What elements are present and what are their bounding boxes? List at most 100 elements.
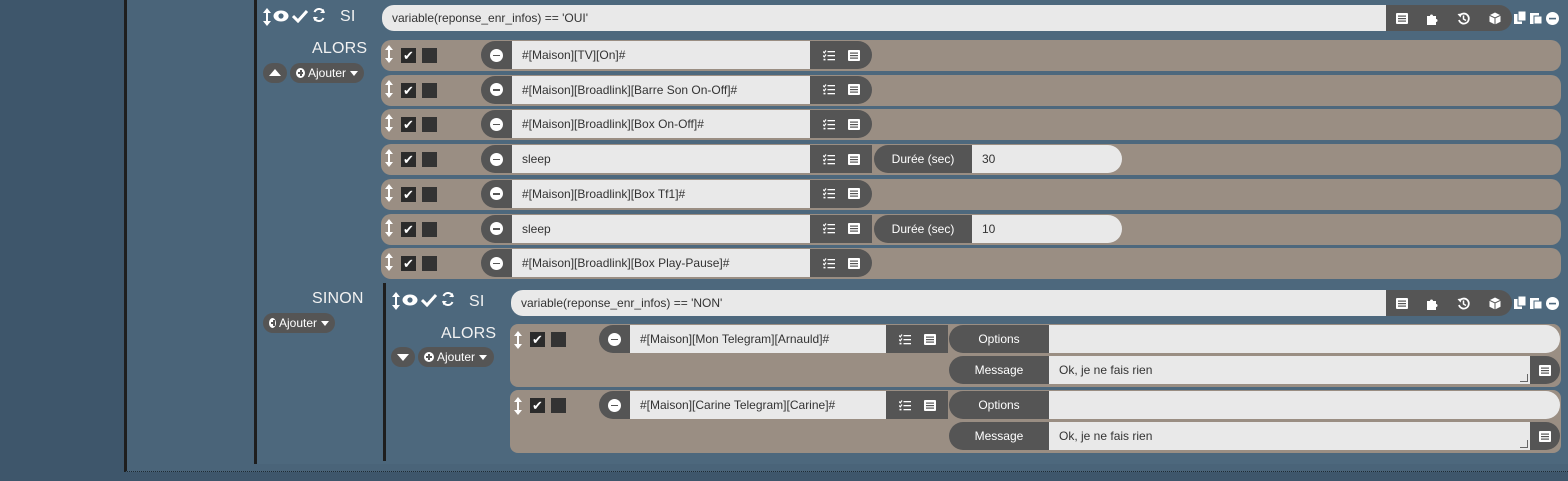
nested-add-button[interactable]: Ajouter xyxy=(418,347,494,367)
collapse-up-button[interactable] xyxy=(263,63,287,83)
remove-button[interactable] xyxy=(481,179,512,208)
tasks-icon[interactable] xyxy=(822,153,835,165)
refresh-icon[interactable] xyxy=(312,8,326,22)
add-button[interactable]: Ajouter xyxy=(290,63,364,83)
list-icon[interactable] xyxy=(1530,422,1560,450)
move-vertical-icon[interactable] xyxy=(513,331,523,349)
enable-checkbox[interactable]: ✔ xyxy=(401,221,416,237)
parallel-checkbox[interactable] xyxy=(422,152,437,168)
duration-input[interactable]: 30 xyxy=(972,145,1122,174)
cube-icon[interactable] xyxy=(1479,5,1510,31)
move-vertical-icon[interactable] xyxy=(513,397,523,415)
tasks-icon[interactable] xyxy=(822,257,835,269)
remove-button[interactable] xyxy=(481,214,512,243)
parallel-checkbox[interactable] xyxy=(422,221,437,237)
enable-checkbox[interactable]: ✔ xyxy=(530,332,545,347)
move-vertical-icon[interactable] xyxy=(384,114,394,133)
message-textarea[interactable]: Ok, je ne fais rien xyxy=(1049,422,1530,450)
move-vertical-icon[interactable] xyxy=(262,8,272,26)
tasks-icon[interactable] xyxy=(822,84,835,95)
check-icon[interactable] xyxy=(292,9,308,23)
move-vertical-icon[interactable] xyxy=(384,183,394,202)
list-icon[interactable] xyxy=(923,399,936,411)
command-input[interactable]: #[Maison][Broadlink][Barre Son On-Off]# xyxy=(512,75,810,104)
parallel-checkbox[interactable] xyxy=(422,117,437,133)
command-input[interactable]: #[Maison][Mon Telegram][Arnauld]# xyxy=(630,325,886,353)
condition-input[interactable]: variable(reponse_enr_infos) == 'OUI' xyxy=(382,5,1386,31)
remove-button[interactable] xyxy=(599,391,630,419)
remove-button[interactable] xyxy=(599,325,630,353)
minus-circle-icon[interactable] xyxy=(1546,12,1559,25)
enable-checkbox[interactable]: ✔ xyxy=(401,256,416,272)
command-input[interactable]: #[Maison][Carine Telegram][Carine]# xyxy=(630,391,886,419)
move-vertical-icon[interactable] xyxy=(391,292,401,310)
move-vertical-icon[interactable] xyxy=(384,253,394,272)
message-textarea[interactable]: Ok, je ne fais rien xyxy=(1049,356,1530,384)
command-input[interactable]: #[Maison][Broadlink][Box On-Off]# xyxy=(512,110,810,139)
cube-icon[interactable] xyxy=(1479,290,1510,316)
resize-grip[interactable] xyxy=(1520,374,1528,382)
remove-button[interactable] xyxy=(481,249,512,278)
tasks-icon[interactable] xyxy=(822,119,835,130)
move-vertical-icon[interactable] xyxy=(384,149,394,168)
remove-button[interactable] xyxy=(481,41,512,69)
command-input[interactable]: sleep xyxy=(512,214,810,243)
check-icon[interactable] xyxy=(421,293,437,307)
list-icon[interactable] xyxy=(847,188,860,200)
copy-icon[interactable] xyxy=(1514,11,1526,24)
nested-condition-input[interactable]: variable(reponse_enr_infos) == 'NON' xyxy=(511,290,1386,316)
resize-grip[interactable] xyxy=(1520,440,1528,448)
remove-button[interactable] xyxy=(481,110,512,139)
paste-icon[interactable] xyxy=(1530,11,1542,24)
enable-checkbox[interactable]: ✔ xyxy=(401,117,416,133)
copy-icon[interactable] xyxy=(1514,296,1526,309)
list-icon[interactable] xyxy=(847,49,860,61)
sinon-add-button[interactable]: Ajouter xyxy=(263,313,335,333)
enable-checkbox[interactable]: ✔ xyxy=(401,82,416,98)
parallel-checkbox[interactable] xyxy=(551,332,566,347)
duration-input[interactable]: 10 xyxy=(972,214,1122,243)
command-input[interactable]: #[Maison][TV][On]# xyxy=(512,41,810,69)
command-input[interactable]: #[Maison][Broadlink][Box Tf1]# xyxy=(512,179,810,208)
remove-button[interactable] xyxy=(481,145,512,174)
command-input[interactable]: sleep xyxy=(512,145,810,174)
list-icon[interactable] xyxy=(847,257,860,269)
list-icon[interactable] xyxy=(1530,356,1560,384)
puzzle-icon[interactable] xyxy=(1417,290,1448,316)
list-icon[interactable] xyxy=(847,118,860,130)
parallel-checkbox[interactable] xyxy=(422,48,437,63)
options-input[interactable] xyxy=(1049,325,1560,353)
remove-button[interactable] xyxy=(481,75,512,104)
refresh-icon[interactable] xyxy=(441,292,455,306)
list-icon[interactable] xyxy=(1386,290,1417,316)
history-icon[interactable] xyxy=(1448,5,1479,31)
enable-checkbox[interactable]: ✔ xyxy=(401,48,416,63)
move-vertical-icon[interactable] xyxy=(384,218,394,237)
parallel-checkbox[interactable] xyxy=(422,82,437,98)
command-input[interactable]: #[Maison][Broadlink][Box Play-Pause]# xyxy=(512,249,810,278)
list-icon[interactable] xyxy=(847,223,860,234)
enable-checkbox[interactable]: ✔ xyxy=(401,186,416,202)
minus-circle-icon[interactable] xyxy=(1546,297,1559,310)
history-icon[interactable] xyxy=(1448,290,1479,316)
move-vertical-icon[interactable] xyxy=(384,45,394,63)
move-vertical-icon[interactable] xyxy=(384,79,394,98)
enable-checkbox[interactable]: ✔ xyxy=(401,152,416,168)
list-icon[interactable] xyxy=(847,153,860,165)
parallel-checkbox[interactable] xyxy=(422,186,437,202)
eye-icon[interactable] xyxy=(273,10,289,22)
puzzle-icon[interactable] xyxy=(1417,5,1448,31)
collapse-down-button[interactable] xyxy=(391,347,415,367)
tasks-icon[interactable] xyxy=(822,188,835,199)
tasks-icon[interactable] xyxy=(898,399,911,411)
list-icon[interactable] xyxy=(847,84,860,96)
list-icon[interactable] xyxy=(923,333,936,345)
options-input[interactable] xyxy=(1049,391,1560,419)
eye-icon[interactable] xyxy=(402,294,418,306)
tasks-icon[interactable] xyxy=(898,333,911,345)
parallel-checkbox[interactable] xyxy=(422,256,437,272)
parallel-checkbox[interactable] xyxy=(551,398,566,413)
tasks-icon[interactable] xyxy=(822,223,835,234)
enable-checkbox[interactable]: ✔ xyxy=(530,398,545,413)
paste-icon[interactable] xyxy=(1530,296,1542,309)
